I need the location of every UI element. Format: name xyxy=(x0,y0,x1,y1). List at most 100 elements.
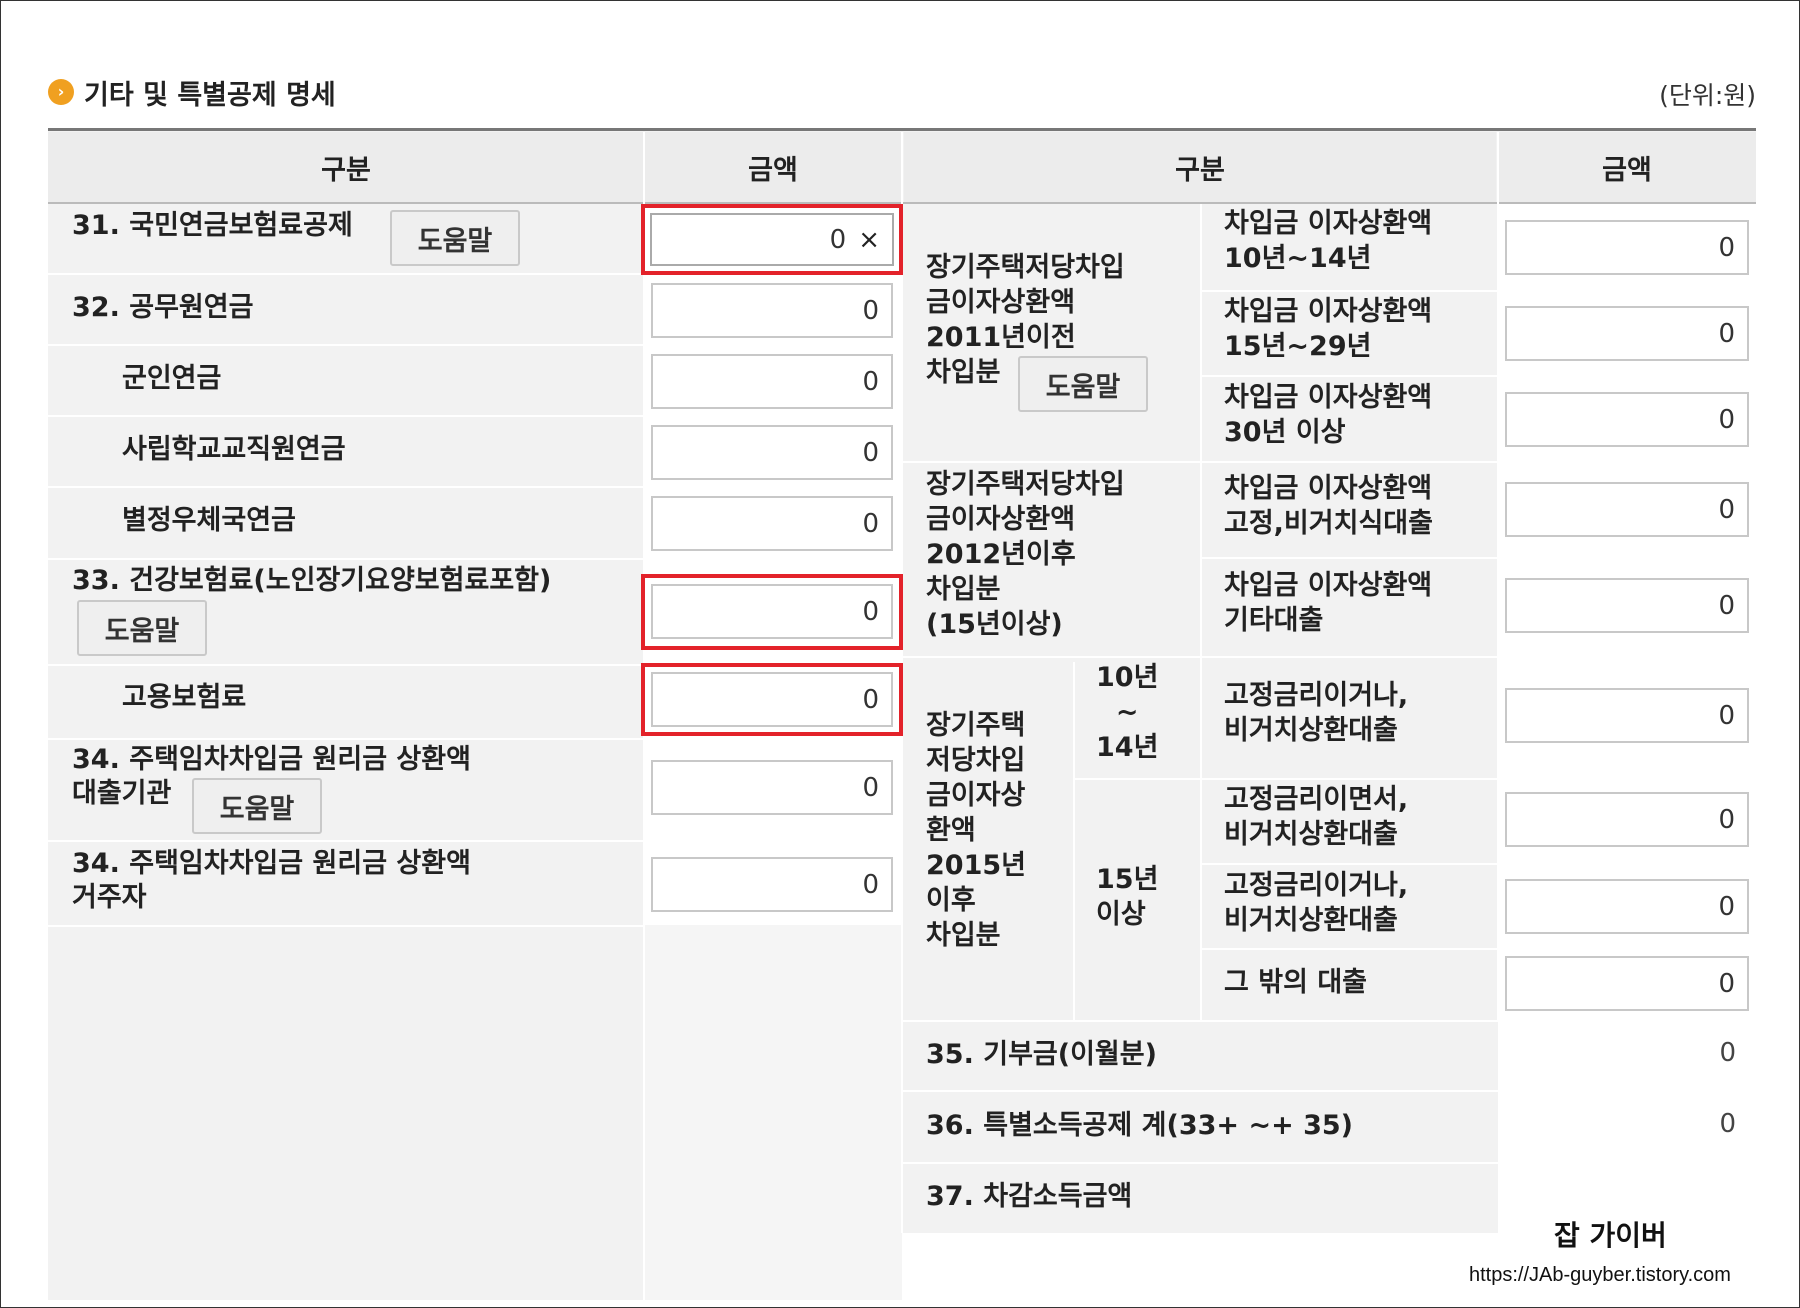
divider xyxy=(1202,557,1498,559)
sub-label-15-plus: 15년 이상 xyxy=(1096,862,1158,932)
right-row-label: 그 밖의 대출 xyxy=(1224,965,1367,1000)
civil-servant-pension-input[interactable]: 0 xyxy=(651,283,893,338)
sub-label-10-14: 10년 ~ 14년 xyxy=(1096,660,1158,765)
label-national-pension: 31. 국민연금보험료공제 xyxy=(72,210,353,241)
sub-label-line: 10년 xyxy=(1096,662,1159,693)
military-pension-input[interactable]: 0 xyxy=(651,354,893,409)
right-row-label: 고정금리이면서, 비거치상환대출 xyxy=(1224,782,1408,852)
group-label-line: 2015년 xyxy=(926,850,1026,881)
housing-rent-loan-resident-input[interactable]: 0 xyxy=(651,857,893,912)
input-value: 0 xyxy=(862,684,879,715)
label-line: 차입금 이자상환액 xyxy=(1224,208,1433,239)
clear-icon[interactable]: × xyxy=(858,225,880,255)
help-button[interactable]: 도움말 xyxy=(77,600,207,656)
divider xyxy=(48,273,644,275)
sub-label-line: 14년 xyxy=(1096,732,1159,763)
divider xyxy=(902,656,1202,658)
input-value: 0 xyxy=(1718,404,1735,435)
post-office-pension-input[interactable]: 0 xyxy=(651,496,893,551)
right-row-label: 차입금 이자상환액 10년~14년 xyxy=(1224,206,1432,276)
group-label-line: 금이자상환액 xyxy=(926,287,1076,318)
input-value: 0 xyxy=(862,596,879,627)
group-label-line: 금이자상환액 xyxy=(926,504,1076,535)
amount-input[interactable]: 0 xyxy=(1505,482,1749,537)
divider xyxy=(1202,461,1498,463)
divider xyxy=(902,1090,1756,1092)
label-line: 고정,비거치식대출 xyxy=(1224,508,1433,539)
divider xyxy=(902,461,1202,463)
label-line: 15년~29년 xyxy=(1224,331,1372,362)
divider xyxy=(902,1020,1756,1022)
right-row-label: 고정금리이거나, 비거치상환대출 xyxy=(1224,868,1408,938)
label-line: 10년~14년 xyxy=(1224,243,1372,274)
housing-rent-loan-lender-input[interactable]: 0 xyxy=(651,760,893,815)
label-line: 30년 이상 xyxy=(1224,417,1346,448)
divider xyxy=(902,1162,1756,1164)
section-title: › 기타 및 특별공제 명세 xyxy=(48,72,336,112)
group-label-line: 차입분 xyxy=(926,574,1001,605)
health-insurance-input[interactable]: 0 xyxy=(651,584,893,639)
label-civil-servant-pension: 32. 공무원연금 xyxy=(72,292,254,323)
input-value: 0 xyxy=(1718,804,1735,835)
label-line: 고정금리이면서, xyxy=(1224,784,1409,815)
header-right-amount: 금액 xyxy=(1498,132,1756,202)
group-label-line: 2012년이후 xyxy=(926,539,1076,570)
label-line: 기타대출 xyxy=(1224,605,1324,636)
label-line: 고정금리이거나, xyxy=(1224,680,1409,711)
amount-input[interactable]: 0 xyxy=(1505,220,1749,275)
input-value: 0 xyxy=(862,772,879,803)
label-employment-insurance: 고용보험료 xyxy=(122,682,247,713)
label-lender: 대출기관 xyxy=(72,778,172,809)
label-donation-carryover: 35. 기부금(이월분) xyxy=(926,1039,1157,1070)
unit-label: (단위:원) xyxy=(1659,81,1756,110)
divider xyxy=(1202,656,1498,658)
input-value: 0 xyxy=(1718,232,1735,263)
input-value: 0 xyxy=(862,869,879,900)
right-row-label: 차입금 이자상환액 15년~29년 xyxy=(1224,294,1432,364)
group-2012-label: 장기주택저당차입 금이자상환액 2012년이후 차입분 (15년이상) xyxy=(926,467,1125,642)
national-pension-value: 0 xyxy=(829,224,847,255)
label-military-pension: 군인연금 xyxy=(122,363,222,394)
group-label-line: 금이자상 xyxy=(926,780,1026,811)
input-value: 0 xyxy=(1718,700,1735,731)
header-right-category: 구분 xyxy=(904,132,1496,202)
divider xyxy=(1073,662,1075,1020)
amount-input[interactable]: 0 xyxy=(1505,956,1749,1011)
right-row-label: 차입금 이자상환액 30년 이상 xyxy=(1224,380,1432,450)
header-left-category: 구분 xyxy=(48,132,644,202)
divider xyxy=(48,558,644,560)
private-school-pension-input[interactable]: 0 xyxy=(651,425,893,480)
group-label-line: 환액 xyxy=(926,815,976,846)
special-deduction-total-value: 0 xyxy=(1719,1109,1736,1139)
amount-input[interactable]: 0 xyxy=(1505,792,1749,847)
sub-label-line: ~ xyxy=(1115,697,1139,728)
group-label-line: 이후 xyxy=(926,885,976,916)
amount-input[interactable]: 0 xyxy=(1505,392,1749,447)
label-net-income: 37. 차감소득금액 xyxy=(926,1181,1133,1212)
right-row-label: 차입금 이자상환액 고정,비거치식대출 xyxy=(1224,471,1433,541)
national-pension-input[interactable]: 0 × xyxy=(650,213,894,266)
employment-insurance-input[interactable]: 0 xyxy=(651,672,893,727)
label-special-deduction-total: 36. 특별소득공제 계(33+ ~+ 35) xyxy=(926,1110,1354,1141)
input-value: 0 xyxy=(1718,590,1735,621)
help-button[interactable]: 도움말 xyxy=(1018,356,1148,412)
divider xyxy=(1202,948,1498,950)
amount-input[interactable]: 0 xyxy=(1505,306,1749,361)
group-label-line: 장기주택 xyxy=(926,710,1026,741)
divider xyxy=(1202,290,1498,292)
amount-input[interactable]: 0 xyxy=(1505,688,1749,743)
divider xyxy=(48,486,644,488)
input-value: 0 xyxy=(1718,891,1735,922)
label-line: 차입금 이자상환액 xyxy=(1224,570,1433,601)
help-button[interactable]: 도움말 xyxy=(390,210,520,266)
label-resident: 거주자 xyxy=(72,882,147,913)
help-button[interactable]: 도움말 xyxy=(192,778,322,834)
amount-input[interactable]: 0 xyxy=(1505,578,1749,633)
group-label-line: 차입분 xyxy=(926,920,1001,951)
label-line: 차입금 이자상환액 xyxy=(1224,296,1433,327)
amount-input[interactable]: 0 xyxy=(1505,879,1749,934)
divider xyxy=(1202,375,1498,377)
arrow-bullet-icon: › xyxy=(48,79,74,105)
left-amount-empty xyxy=(644,925,902,1300)
label-health-insurance: 33. 건강보험료(노인장기요양보험료포함) xyxy=(72,565,552,596)
